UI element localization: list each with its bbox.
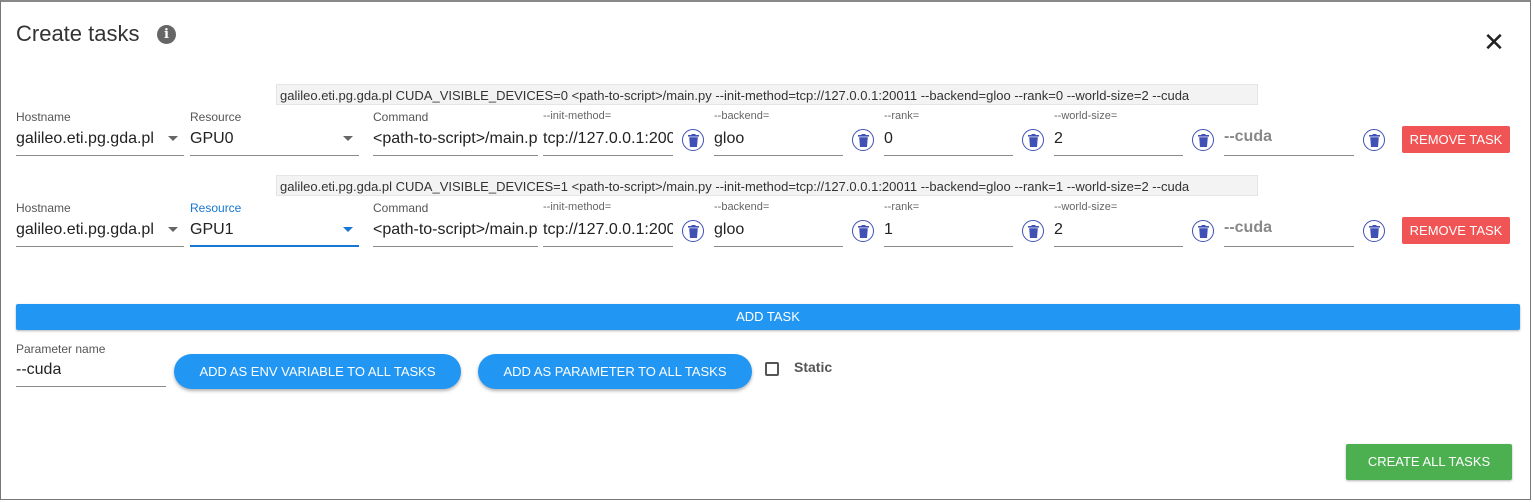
- param-value: 2: [1054, 130, 1063, 147]
- parameter-name-label: Parameter name: [16, 342, 106, 356]
- command-label: Command: [373, 201, 429, 215]
- create-all-tasks-button[interactable]: CREATE ALL TASKS: [1346, 444, 1512, 480]
- parameter-name-field[interactable]: Parameter name --cuda: [16, 342, 166, 387]
- hostname-select[interactable]: Hostname galileo.eti.pg.gda.pl: [16, 201, 184, 247]
- delete-icon[interactable]: [1363, 129, 1385, 151]
- delete-icon[interactable]: [1022, 129, 1044, 151]
- chevron-down-icon: [168, 136, 178, 141]
- parameter-name-value: --cuda: [16, 361, 62, 378]
- delete-icon[interactable]: [852, 220, 874, 242]
- dialog-title: Create tasks: [16, 21, 140, 46]
- hostname-value: galileo.eti.pg.gda.pl: [16, 130, 154, 147]
- delete-icon[interactable]: [1022, 220, 1044, 242]
- resource-value: GPU0: [190, 130, 234, 147]
- delete-icon[interactable]: [1192, 129, 1214, 151]
- param-field-init-method[interactable]: --init-method= tcp://127.0.0.1:20011: [543, 110, 673, 156]
- resource-label: Resource: [190, 201, 242, 215]
- dialog: Create tasks i ✕ galileo.eti.pg.gda.pl C…: [0, 0, 1531, 500]
- static-checkbox[interactable]: [765, 362, 779, 376]
- param-field-world-size[interactable]: --world-size= 2: [1054, 110, 1183, 156]
- param-value: --cuda: [1224, 128, 1272, 145]
- param-label: --backend=: [714, 201, 770, 213]
- remove-task-button[interactable]: REMOVE TASK: [1402, 217, 1510, 244]
- hostname-label: Hostname: [16, 201, 71, 215]
- param-value: 2: [1054, 221, 1063, 238]
- delete-icon[interactable]: [852, 129, 874, 151]
- add-as-parameter-button[interactable]: ADD AS PARAMETER TO ALL TASKS: [478, 354, 752, 389]
- resource-value: GPU1: [190, 221, 234, 238]
- param-field-cuda[interactable]: --cuda: [1224, 201, 1354, 247]
- command-field[interactable]: Command <path-to-script>/main.py: [373, 110, 538, 156]
- param-value: --cuda: [1224, 219, 1272, 236]
- param-label: --rank=: [884, 110, 920, 122]
- static-label: Static: [794, 359, 833, 375]
- param-value: 0: [884, 130, 893, 147]
- info-icon[interactable]: i: [157, 25, 176, 44]
- delete-icon[interactable]: [682, 220, 704, 242]
- param-label: --init-method=: [543, 201, 612, 213]
- task-command-preview: galileo.eti.pg.gda.pl CUDA_VISIBLE_DEVIC…: [276, 175, 1258, 196]
- param-value: gloo: [714, 221, 745, 238]
- hostname-label: Hostname: [16, 110, 71, 124]
- command-field[interactable]: Command <path-to-script>/main.py: [373, 201, 538, 247]
- param-value: 1: [884, 221, 893, 238]
- param-field-rank[interactable]: --rank= 0: [884, 110, 1013, 156]
- param-label: --world-size=: [1054, 110, 1118, 122]
- close-icon[interactable]: ✕: [1483, 29, 1505, 55]
- chevron-down-icon: [343, 227, 353, 232]
- add-as-env-variable-button[interactable]: ADD AS ENV VARIABLE TO ALL TASKS: [174, 354, 461, 389]
- add-task-button[interactable]: ADD TASK: [16, 304, 1520, 330]
- param-field-backend[interactable]: --backend= gloo: [714, 201, 843, 247]
- delete-icon[interactable]: [682, 129, 704, 151]
- delete-icon[interactable]: [1363, 220, 1385, 242]
- command-value: <path-to-script>/main.py: [373, 221, 538, 238]
- resource-label: Resource: [190, 110, 242, 124]
- param-label: --rank=: [884, 201, 920, 213]
- chevron-down-icon: [168, 227, 178, 232]
- command-value: <path-to-script>/main.py: [373, 130, 538, 147]
- param-value: tcp://127.0.0.1:20011: [543, 130, 673, 147]
- param-field-init-method[interactable]: --init-method= tcp://127.0.0.1:20011: [543, 201, 673, 247]
- hostname-value: galileo.eti.pg.gda.pl: [16, 221, 154, 238]
- hostname-select[interactable]: Hostname galileo.eti.pg.gda.pl: [16, 110, 184, 156]
- param-value: gloo: [714, 130, 745, 147]
- param-field-rank[interactable]: --rank= 1: [884, 201, 1013, 247]
- param-value: tcp://127.0.0.1:20011: [543, 221, 673, 238]
- param-field-cuda[interactable]: --cuda: [1224, 110, 1354, 156]
- remove-task-button[interactable]: REMOVE TASK: [1402, 126, 1510, 153]
- delete-icon[interactable]: [1192, 220, 1214, 242]
- param-label: --backend=: [714, 110, 770, 122]
- resource-select[interactable]: Resource GPU1: [190, 201, 359, 247]
- resource-select[interactable]: Resource GPU0: [190, 110, 359, 156]
- param-label: --init-method=: [543, 110, 612, 122]
- param-field-world-size[interactable]: --world-size= 2: [1054, 201, 1183, 247]
- task-command-preview: galileo.eti.pg.gda.pl CUDA_VISIBLE_DEVIC…: [276, 84, 1258, 105]
- chevron-down-icon: [343, 136, 353, 141]
- command-label: Command: [373, 110, 429, 124]
- param-label: --world-size=: [1054, 201, 1118, 213]
- param-field-backend[interactable]: --backend= gloo: [714, 110, 843, 156]
